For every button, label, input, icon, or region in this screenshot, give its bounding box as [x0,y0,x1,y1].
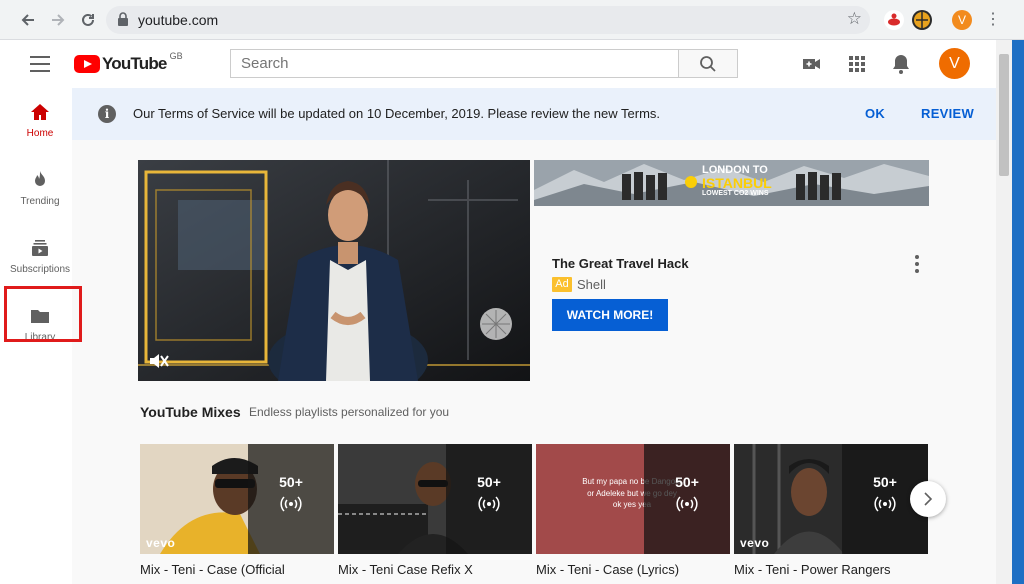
terms-message: Our Terms of Service will be updated on … [133,106,661,121]
ad-advertiser[interactable]: Shell [577,277,606,292]
guide-item-label: Home [26,128,54,139]
youtube-logo[interactable]: YouTube GB [74,51,183,76]
mixes-shelf-subtitle: Endless playlists personalized for you [249,405,450,419]
browser-menu-icon[interactable]: ⋮ [985,9,1001,29]
guide-item-home[interactable]: Home [0,88,80,158]
mix-count: 50+ [675,474,699,490]
reload-icon [82,13,94,26]
youtube-play-icon [74,55,100,73]
mix-thumbnail[interactable]: 50+ vevo [140,444,334,554]
address-bar[interactable]: youtube.com ☆ [106,6,870,34]
guide-item-label: Subscriptions [9,264,71,275]
masthead: YouTube GB V [0,40,996,88]
back-arrow-icon [21,14,34,26]
mixes-shelf-title[interactable]: YouTube Mixes [140,404,241,420]
search-input[interactable] [230,49,678,78]
create-video-icon[interactable] [800,52,824,76]
bookmark-star-icon[interactable]: ☆ [847,9,862,29]
lock-icon [118,12,128,26]
mix-title[interactable]: Mix - Teni - Power Rangers [734,562,928,577]
subscriptions-icon [32,240,48,256]
back-button[interactable] [16,8,40,32]
mix-title[interactable]: Mix - Teni - Case (Official [140,562,334,577]
ad-banner-line2: ISTANBUL [702,175,772,191]
mix-title[interactable]: Mix - Teni Case Refix X [338,562,532,577]
mix-count: 50+ [279,474,303,490]
region-code: GB [169,51,183,61]
mix-radio-icon [874,496,896,512]
forward-arrow-icon [52,14,65,26]
watch-more-button[interactable]: WATCH MORE! [552,299,668,331]
ok-button[interactable]: OK [865,106,885,121]
flame-icon [35,171,45,186]
search-button[interactable] [678,49,738,78]
mix-radio-icon [676,496,698,512]
guide-sidebar: Home Trending Subscriptions Library [0,88,82,584]
desktop-background [1012,40,1024,584]
review-button[interactable]: REVIEW [921,106,974,121]
scrollbar-thumb[interactable] [999,54,1009,176]
hamburger-menu-icon[interactable] [30,56,50,72]
reload-button[interactable] [76,8,100,32]
mix-overlay: 50+ [644,444,730,554]
search-icon [700,55,716,72]
browser-toolbar: youtube.com ☆ V ⋮ [0,0,1024,40]
mix-thumbnail[interactable]: 50+ vevo [734,444,928,554]
ad-video-player[interactable] [138,160,530,381]
mix-overlay: 50+ [248,444,334,554]
ad-companion-banner[interactable]: LONDON TO ISTANBUL LOWEST CO2 WINS [534,160,929,206]
lips-extension-icon [888,13,900,26]
browser-profile-avatar[interactable]: V [952,10,972,30]
mix-count: 50+ [873,474,897,490]
guide-item-trending[interactable]: Trending [0,156,80,226]
mix-radio-icon [478,496,500,512]
logo-wordmark: YouTube [102,54,167,73]
mix-title[interactable]: Mix - Teni - Case (Lyrics) [536,562,730,577]
ad-video-frame [138,160,530,381]
chevron-right-icon [924,492,933,506]
vevo-logo: vevo [146,536,176,550]
terms-banner: i Our Terms of Service will be updated o… [72,88,996,140]
mix-radio-icon [280,496,302,512]
subscriptions-highlight-box [4,286,82,342]
mix-thumbnail[interactable]: But my papa no be Dangote or Adeleke but… [536,444,730,554]
account-avatar[interactable]: V [939,48,970,79]
ad-title[interactable]: The Great Travel Hack [552,256,689,271]
extension-icon[interactable] [884,10,904,30]
apps-grid-icon[interactable] [845,52,869,76]
more-options-icon[interactable] [909,255,925,273]
youtube-page: YouTube GB V Home Trending Subscriptions [0,40,1012,584]
ball-extension-icon [914,12,930,28]
ad-banner-line3: LOWEST CO2 WINS [702,190,769,197]
info-icon: i [98,105,116,123]
notifications-bell-icon[interactable] [889,52,913,76]
ad-badge: Ad [552,277,572,292]
url-text: youtube.com [138,12,219,28]
vevo-logo: vevo [740,536,770,550]
mix-overlay: 50+ [446,444,532,554]
page-scrollbar[interactable] [996,40,1012,584]
guide-item-label: Trending [20,196,60,207]
extension-icon[interactable] [912,10,932,30]
forward-button[interactable] [46,8,70,32]
shelf-next-button[interactable] [910,481,946,517]
ad-banner-text: LONDON TO ISTANBUL LOWEST CO2 WINS [702,165,772,198]
mix-thumbnail[interactable]: 50+ [338,444,532,554]
home-icon [31,104,49,120]
guide-item-subscriptions[interactable]: Subscriptions [0,224,80,294]
mix-count: 50+ [477,474,501,490]
